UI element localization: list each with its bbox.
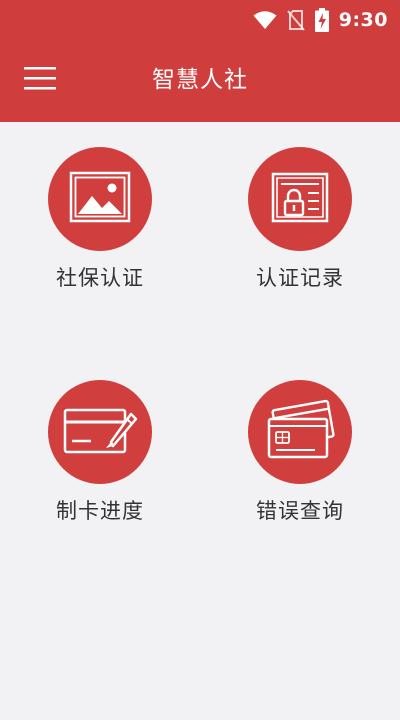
grid-item-error-query[interactable]: 错误查询 bbox=[220, 355, 380, 523]
page-title: 智慧人社 bbox=[152, 67, 248, 93]
status-time: 9:30 bbox=[338, 9, 388, 31]
item-label: 社保认证 bbox=[56, 266, 144, 290]
card-pencil-icon bbox=[61, 402, 139, 462]
cards-icon bbox=[265, 399, 335, 465]
status-icons: 9:30 bbox=[253, 6, 388, 34]
grid-item-auth-records[interactable]: 认证记录 bbox=[220, 122, 380, 290]
grid-item-card-progress[interactable]: 制卡进度 bbox=[20, 355, 180, 523]
menu-button[interactable] bbox=[22, 64, 58, 96]
no-sim-icon bbox=[286, 9, 305, 31]
item-label: 错误查询 bbox=[256, 499, 344, 523]
item-icon-circle bbox=[248, 147, 352, 251]
grid-item-social-security-auth[interactable]: 社保认证 bbox=[20, 122, 180, 290]
item-icon-circle bbox=[248, 380, 352, 484]
item-label: 制卡进度 bbox=[56, 499, 144, 523]
app-header: 9:30 智慧人社 bbox=[0, 0, 400, 122]
wifi-icon bbox=[253, 10, 277, 30]
item-icon-circle bbox=[48, 380, 152, 484]
status-bar: 9:30 bbox=[0, 0, 400, 40]
hamburger-menu-icon bbox=[24, 66, 56, 94]
locked-document-icon bbox=[270, 171, 330, 227]
battery-charging-icon bbox=[314, 8, 329, 32]
picture-icon bbox=[69, 171, 131, 227]
item-label: 认证记录 bbox=[256, 266, 344, 290]
item-icon-circle bbox=[48, 147, 152, 251]
